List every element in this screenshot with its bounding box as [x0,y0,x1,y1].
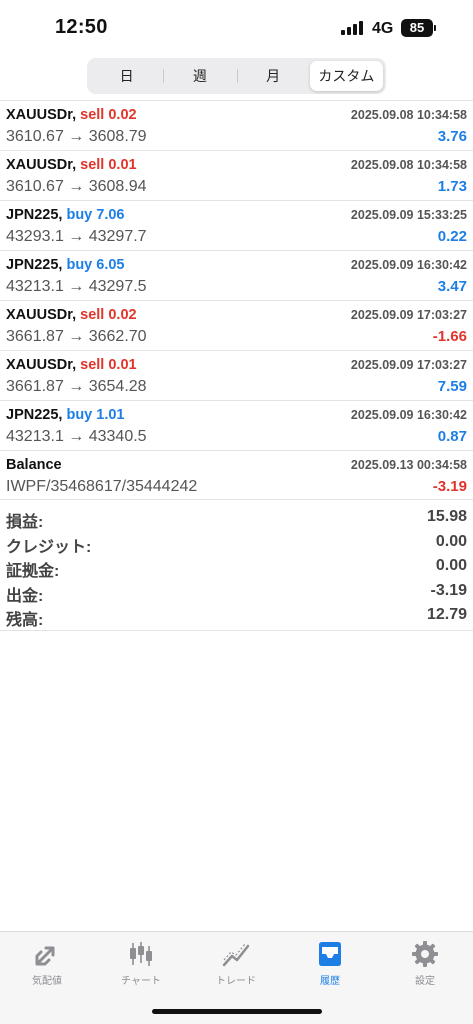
deal-time: 2025.09.09 16:30:42 [350,408,467,422]
deal-profit: 7.59 [437,378,467,395]
cellular-signal-icon [341,21,365,35]
deal-side: sell 0.02 [80,307,137,323]
deal-row[interactable]: JPN225, buy 1.01 2025.09.09 16:30:42 432… [0,400,473,450]
deal-prices: 3661.87 → 3654.28 [6,378,147,395]
deal-side: buy 1.01 [66,407,125,423]
summary-value: -3.19 [430,581,467,599]
deal-side: sell 0.01 [80,357,137,373]
deal-time: 2025.09.09 17:03:27 [350,308,467,322]
trade-line-icon [222,943,250,967]
tab-settings[interactable]: 設定 [378,939,472,987]
tab-history[interactable]: 履歴 [283,939,377,987]
deal-prices: 3610.67 → 3608.79 [6,128,147,145]
history-inbox-icon [319,942,341,966]
summary-value: 0.00 [435,532,467,550]
tab-trade[interactable]: トレード [189,939,283,987]
deal-side: buy 6.05 [66,257,125,273]
deal-row[interactable]: JPN225, buy 6.05 2025.09.09 16:30:42 432… [0,250,473,300]
deal-profit: 3.47 [437,278,467,295]
deal-time: 2025.09.09 16:30:42 [350,258,467,272]
tab-label: 気配値 [32,976,62,987]
deal-prices: 43213.1 → 43340.5 [6,428,147,445]
deal-side: buy 7.06 [66,207,125,223]
deal-profit: -1.66 [432,328,467,345]
deal-prices: 43293.1 → 43297.7 [6,228,147,245]
status-time: 12:50 [55,16,108,38]
battery-icon: 85 [401,19,433,37]
tab-label: トレード [216,976,256,987]
summary-label: クレジット: [6,538,92,556]
tab-quotes[interactable]: 気配値 [0,939,94,987]
deal-symbol: XAUUSDr, [6,157,77,173]
deal-row[interactable]: XAUUSDr, sell 0.02 2025.09.09 17:03:27 3… [0,300,473,350]
summary-row-withdrawal: 出金: -3.19 [0,580,473,605]
status-bar: 12:50 4G 85 [0,0,473,56]
period-tab-custom[interactable]: カスタム [309,61,383,91]
summary-label: 出金: [6,587,44,605]
summary-value: 12.79 [426,606,467,624]
deal-symbol: XAUUSDr, [6,307,77,323]
home-indicator [152,1009,322,1014]
summary-value: 15.98 [426,508,467,525]
tab-label: 履歴 [320,976,340,987]
summary-label: 残高: [6,612,44,630]
deal-prices: 3610.67 → 3608.94 [6,178,147,195]
deal-profit: 3.76 [437,128,467,145]
deal-profit: 0.22 [437,228,467,245]
battery-level: 85 [409,20,425,35]
tab-chart[interactable]: チャート [94,939,188,987]
deal-row[interactable]: XAUUSDr, sell 0.01 2025.09.09 17:03:27 3… [0,350,473,400]
summary-label: 損益: [6,514,44,531]
period-tab-day[interactable]: 日 [90,61,163,91]
deal-symbol: Balance [6,457,62,473]
period-tab-week[interactable]: 週 [163,61,236,91]
summary-row-margin: 証拠金: 0.00 [0,555,473,580]
deal-profit: 1.73 [437,178,467,195]
deal-row[interactable]: JPN225, buy 7.06 2025.09.09 15:33:25 432… [0,200,473,250]
deal-time: 2025.09.09 17:03:27 [350,358,467,372]
summary-row-balance: 残高: 12.79 [0,604,473,629]
deal-list: XAUUSDr, sell 0.02 2025.09.08 10:34:58 3… [0,100,473,500]
network-type: 4G [372,20,394,37]
deal-row[interactable]: XAUUSDr, sell 0.01 2025.09.08 10:34:58 3… [0,150,473,200]
deal-symbol: XAUUSDr, [6,357,77,373]
candlestick-chart-icon [130,942,152,966]
deal-time: 2025.09.08 10:34:58 [350,158,467,172]
deal-time: 2025.09.08 10:34:58 [350,108,467,122]
gear-icon [412,941,438,967]
history-summary: 損益: 15.98 クレジット: 0.00 証拠金: 0.00 出金: -3.1… [0,499,473,629]
summary-row-credit: クレジット: 0.00 [0,531,473,556]
balance-row[interactable]: Balance 2025.09.13 00:34:58 IWPF/3546861… [0,450,473,500]
deal-time: 2025.09.09 15:33:25 [350,208,467,222]
period-segmented-control: 日 週 月 カスタム [87,58,386,94]
quotes-arrows-icon [35,946,55,966]
deal-comment: IWPF/35468617/35444242 [6,478,198,495]
deal-prices: 43213.1 → 43297.5 [6,278,147,295]
deal-row[interactable]: XAUUSDr, sell 0.02 2025.09.08 10:34:58 3… [0,100,473,150]
tab-label: チャート [121,976,161,987]
history-screen: 12:50 4G 85 日 週 月 カスタム XAUUSDr, sell 0.0… [0,0,473,1024]
deal-time: 2025.09.13 00:34:58 [350,458,467,472]
summary-row-profit: 損益: 15.98 [0,506,473,531]
deal-symbol: XAUUSDr, [6,107,77,123]
deal-symbol: JPN225, [6,207,63,223]
summary-divider [0,630,473,631]
deal-prices: 3661.87 → 3662.70 [6,328,147,345]
deal-profit: -3.19 [432,478,467,495]
summary-label: 証拠金: [6,563,60,581]
deal-symbol: JPN225, [6,257,63,273]
summary-value: 0.00 [435,557,467,575]
tab-label: 設定 [415,976,435,987]
battery-tip [434,25,436,31]
deal-side: sell 0.01 [80,157,137,173]
deal-profit: 0.87 [437,428,467,445]
deal-symbol: JPN225, [6,407,63,423]
period-tab-month[interactable]: 月 [236,61,310,91]
deal-side: sell 0.02 [80,107,137,123]
